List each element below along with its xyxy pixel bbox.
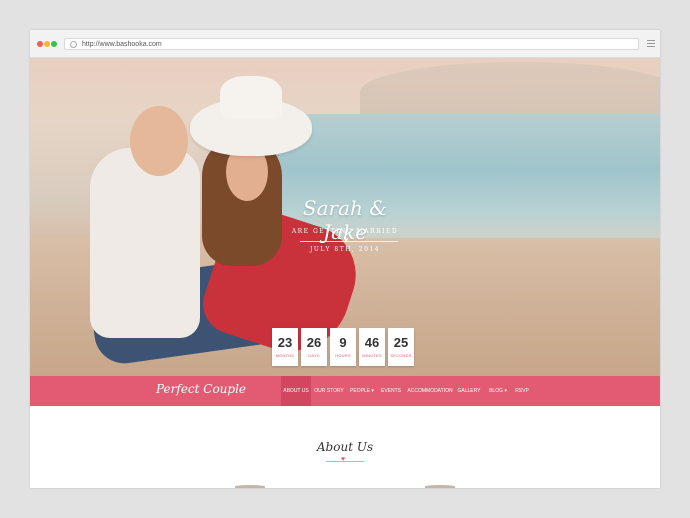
countdown-label: DAYS xyxy=(308,353,320,358)
countdown-label: MONTHS xyxy=(275,353,295,358)
nav-item-rsvp[interactable]: RSVP xyxy=(513,376,531,406)
nav-item-accommodation[interactable]: ACCOMMODATION xyxy=(407,376,453,406)
hero-divider xyxy=(300,241,398,242)
page-info-icon xyxy=(70,41,77,48)
maximize-window-icon[interactable] xyxy=(51,41,57,47)
hero-subtitle: ARE GETTING MARRIED xyxy=(291,228,399,235)
couple-photo-man-head xyxy=(130,106,188,176)
nav-item-gallery[interactable]: GALLERY xyxy=(457,376,481,406)
countdown-hours: 9 HOURS xyxy=(330,328,356,366)
hero-section: Sarah & Jake ARE GETTING MARRIED ♥ JULY … xyxy=(30,58,660,376)
section-title: About Us xyxy=(316,440,374,454)
nav-item-our-story[interactable]: OUR STORY xyxy=(314,376,344,406)
countdown-value: 9 xyxy=(339,335,347,350)
countdown-days: 26 DAYS xyxy=(301,328,327,366)
countdown-label: MINUTES xyxy=(362,353,382,358)
main-navigation: Perfect Couple ABOUT US OUR STORY PEOPLE… xyxy=(30,376,660,406)
nav-item-people[interactable]: PEOPLE ▾ xyxy=(348,376,376,406)
countdown-value: 46 xyxy=(364,335,380,350)
close-window-icon[interactable] xyxy=(37,41,43,47)
countdown-minutes: 46 MINUTES xyxy=(359,328,385,366)
nav-item-blog[interactable]: BLOG ▾ xyxy=(486,376,510,406)
profile-photo-edge xyxy=(425,485,455,488)
heart-icon: ♥ xyxy=(344,237,349,244)
countdown-value: 25 xyxy=(393,335,409,350)
countdown-label: HOURS xyxy=(335,353,351,358)
countdown-value: 26 xyxy=(306,335,322,350)
countdown-label: SECONDS xyxy=(390,353,412,358)
about-section: About Us ♥ xyxy=(30,406,660,488)
hero-background-hill xyxy=(360,62,660,122)
minimize-window-icon[interactable] xyxy=(44,41,50,47)
countdown-months: 23 MONTHS xyxy=(272,328,298,366)
url-text[interactable]: http://www.bashooka.com xyxy=(82,39,162,50)
site-logo[interactable]: Perfect Couple xyxy=(156,382,246,396)
heart-icon: ♥ xyxy=(341,456,346,463)
nav-item-events[interactable]: EVENTS xyxy=(379,376,403,406)
countdown-seconds: 25 SECONDS xyxy=(388,328,414,366)
nav-item-about-us[interactable]: ABOUT US xyxy=(281,376,311,406)
wedding-date: JULY 8TH, 2014 xyxy=(309,246,381,253)
browser-window: http://www.bashooka.com Sarah & Jake ARE… xyxy=(30,30,660,488)
couple-photo-hat-crown xyxy=(220,76,282,118)
couple-photo-man xyxy=(90,148,200,338)
address-bar[interactable]: http://www.bashooka.com xyxy=(64,38,639,50)
hamburger-menu-icon[interactable] xyxy=(647,40,655,47)
countdown-value: 23 xyxy=(277,335,293,350)
browser-toolbar: http://www.bashooka.com xyxy=(30,30,660,58)
profile-photo-edge xyxy=(235,485,265,488)
